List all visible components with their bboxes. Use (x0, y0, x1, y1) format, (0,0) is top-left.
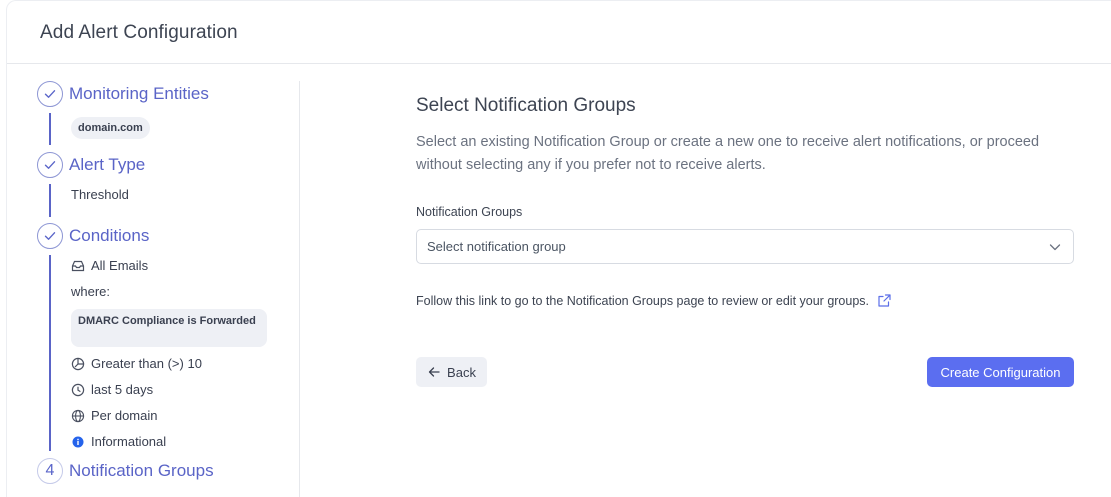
info-icon (71, 435, 85, 449)
check-icon (37, 152, 63, 178)
page-title: Add Alert Configuration (40, 22, 238, 43)
step-label: Conditions (69, 226, 150, 245)
condition-severity-text: Informational (91, 434, 167, 449)
step-connector (49, 113, 51, 145)
alert-config-card: Add Alert Configuration Monitoring Entit… (6, 0, 1111, 497)
gauge-icon (71, 357, 85, 371)
condition-period-text: last 5 days (91, 382, 154, 397)
back-button[interactable]: Back (416, 357, 487, 387)
condition-grouping-text: Per domain (91, 408, 158, 423)
condition-severity: Informational (71, 434, 166, 449)
step-label: Monitoring Entities (69, 84, 209, 103)
back-button-label: Back (447, 364, 476, 380)
notification-groups-label: Notification Groups (416, 205, 523, 219)
condition-grouping: Per domain (71, 408, 157, 423)
step-connector (49, 255, 51, 451)
notification-groups-link-row: Follow this link to go to the Notificati… (416, 293, 892, 308)
step-connector (49, 184, 51, 217)
notification-groups-link-text: Follow this link to go to the Notificati… (416, 293, 870, 308)
condition-threshold-text: Greater than (>) 10 (91, 356, 202, 371)
chevron-down-icon (1048, 240, 1062, 254)
step-conditions[interactable]: Conditions (37, 223, 149, 249)
header-divider (7, 63, 1111, 64)
select-placeholder: Select notification group (427, 239, 566, 254)
notification-group-select[interactable]: Select notification group (416, 229, 1074, 264)
section-description: Select an existing Notification Group or… (416, 134, 1040, 173)
condition-period: last 5 days (71, 382, 153, 397)
clock-icon (71, 383, 85, 397)
step-number: 4 (37, 458, 63, 484)
condition-threshold: Greater than (>) 10 (71, 356, 202, 371)
inbox-icon (71, 259, 85, 273)
step-notification-groups[interactable]: 4 Notification Groups (37, 458, 214, 484)
filter-chip: DMARC Compliance is Forwarded (71, 309, 267, 347)
entity-chip: domain.com (71, 117, 150, 139)
step-label: Notification Groups (69, 461, 214, 480)
external-link-icon[interactable] (877, 293, 892, 308)
create-configuration-button[interactable]: Create Configuration (927, 357, 1074, 387)
alert-type-value: Threshold (71, 187, 129, 202)
check-icon (37, 223, 63, 249)
step-label: Alert Type (69, 155, 146, 174)
arrow-left-icon (427, 365, 441, 379)
section-title: Select Notification Groups (416, 95, 636, 116)
check-icon (37, 81, 63, 107)
globe-icon (71, 409, 85, 423)
step-monitoring-entities[interactable]: Monitoring Entities (37, 81, 209, 107)
step-alert-type[interactable]: Alert Type (37, 152, 145, 178)
condition-scope-text: All Emails (91, 258, 149, 273)
where-label: where: (71, 284, 111, 299)
sidebar-divider (299, 81, 300, 497)
condition-scope: All Emails (71, 258, 148, 273)
